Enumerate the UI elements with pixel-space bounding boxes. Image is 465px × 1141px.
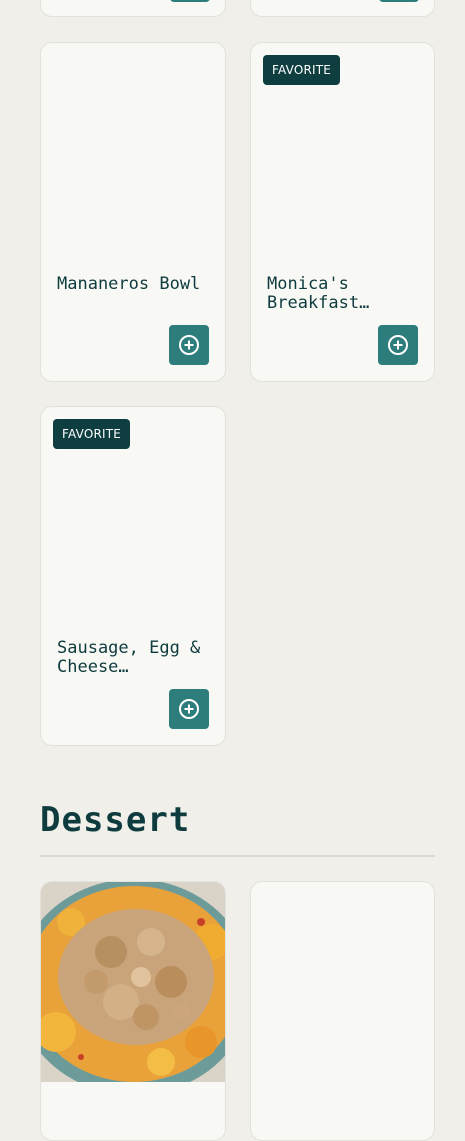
- add-button[interactable]: [169, 689, 209, 729]
- card-title: Sausage, Egg & Cheese…: [57, 639, 201, 677]
- menu-card-dessert-crumble[interactable]: [40, 881, 226, 1141]
- dessert-photo: [41, 882, 225, 1082]
- plus-circle-icon: [179, 335, 199, 355]
- card-title: Monica's Breakfast…: [267, 275, 370, 313]
- section-title-dessert: Dessert: [40, 800, 191, 840]
- plus-circle-icon: [179, 699, 199, 719]
- section-divider: [40, 855, 435, 857]
- plus-circle-icon: [388, 335, 408, 355]
- add-button[interactable]: [379, 0, 419, 2]
- menu-card-sausage-egg-cheese[interactable]: FAVORITE Sausage, Egg & Cheese…: [40, 406, 226, 746]
- add-button[interactable]: [169, 325, 209, 365]
- card-title: Mananeros Bowl: [57, 275, 201, 294]
- favorite-badge: FAVORITE: [53, 419, 131, 449]
- add-button[interactable]: [378, 325, 418, 365]
- menu-card-partial-left[interactable]: [40, 0, 226, 17]
- add-button[interactable]: [170, 0, 210, 2]
- favorite-badge: FAVORITE: [263, 55, 341, 85]
- menu-card-dessert-2[interactable]: [250, 881, 435, 1141]
- menu-card-mananeros-bowl[interactable]: Mananeros Bowl: [40, 42, 226, 382]
- menu-card-monicas-breakfast[interactable]: FAVORITE Monica's Breakfast…: [250, 42, 435, 382]
- menu-card-partial-right[interactable]: [250, 0, 435, 17]
